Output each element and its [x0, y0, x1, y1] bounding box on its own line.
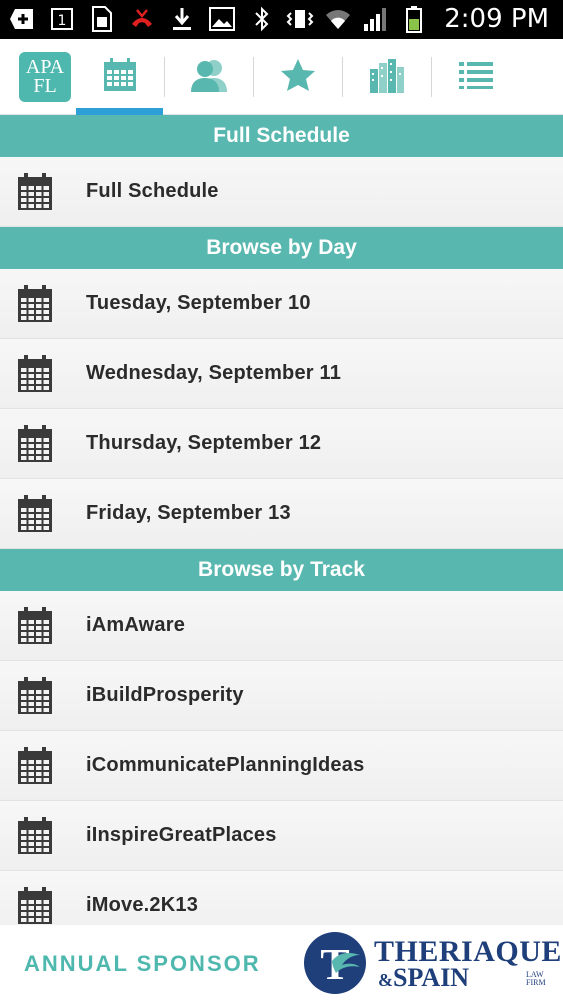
section-header-browse-by-track: Browse by Track	[0, 549, 563, 591]
calendar-icon	[17, 494, 53, 533]
firm-sub-firm: FIRM	[526, 978, 546, 987]
tab-favorites[interactable]	[254, 39, 341, 115]
battery-icon	[400, 4, 428, 34]
list-item[interactable]: Wednesday, September 11	[0, 339, 563, 409]
clock: 2:09 PM	[444, 4, 549, 34]
download-icon	[168, 4, 196, 34]
schedule-list[interactable]: Full Schedule Full Schedule Browse by Da…	[0, 115, 563, 925]
status-bar: 1 2:09 PM	[0, 0, 563, 39]
list-item[interactable]: iMove.2K13	[0, 871, 563, 925]
calendar-icon	[17, 284, 53, 323]
sponsor-banner[interactable]: ANNUAL SPONSOR T THERIAQUE &SPAIN LAWFIR…	[0, 925, 563, 1000]
star-icon	[280, 58, 316, 97]
list-item-label: iAmAware	[86, 614, 186, 636]
list-item-label: iInspireGreatPlaces	[86, 824, 277, 846]
firm-subtitle: LAW FIRM	[526, 971, 548, 987]
list-item-label: iCommunicatePlanningIdeas	[86, 754, 365, 776]
list-item[interactable]: Thursday, September 12	[0, 409, 563, 479]
tab-bar: APA FL	[0, 39, 563, 115]
logo-line-2: FL	[33, 75, 57, 97]
list-item-label: Wednesday, September 11	[86, 362, 342, 384]
section-header-browse-by-day: Browse by Day	[0, 227, 563, 269]
sponsor-logo[interactable]: T THERIAQUE &SPAIN LAWFIRM	[302, 931, 561, 995]
list-item[interactable]: Full Schedule	[0, 157, 563, 227]
calendar-icon	[17, 676, 53, 715]
list-item[interactable]: iInspireGreatPlaces	[0, 801, 563, 871]
list-icon	[458, 61, 493, 94]
apa-fl-logo[interactable]: APA FL	[19, 52, 71, 102]
calendar-icon	[17, 172, 53, 211]
image-icon	[208, 4, 236, 34]
list-item[interactable]: Friday, September 13	[0, 479, 563, 549]
list-item[interactable]: iBuildProsperity	[0, 661, 563, 731]
buildings-icon	[369, 57, 405, 98]
wifi-icon	[324, 4, 352, 34]
sim-icon	[88, 4, 116, 34]
tab-list[interactable]	[432, 39, 519, 115]
calendar-icon	[17, 886, 53, 925]
list-item[interactable]: iCommunicatePlanningIdeas	[0, 731, 563, 801]
bluetooth-icon	[248, 4, 276, 34]
firm-name-spain: SPAIN	[393, 963, 470, 992]
section-header-full-schedule: Full Schedule	[0, 115, 563, 157]
calendar-icon	[17, 424, 53, 463]
list-item[interactable]: iAmAware	[0, 591, 563, 661]
list-item[interactable]: Tuesday, September 10	[0, 269, 563, 339]
calendar-icon	[17, 746, 53, 785]
people-icon	[189, 58, 229, 97]
vibrate-icon	[286, 4, 314, 34]
calendar-icon	[103, 57, 137, 97]
svg-text:1: 1	[58, 13, 67, 29]
calendar-one-icon: 1	[48, 4, 76, 34]
tab-schedule[interactable]	[76, 39, 163, 115]
calendar-icon	[17, 606, 53, 645]
list-item-label: Thursday, September 12	[86, 432, 322, 454]
list-item-label: Friday, September 13	[86, 502, 291, 524]
list-item-label: iMove.2K13	[86, 894, 199, 916]
add-icon	[8, 4, 36, 34]
list-item-label: Tuesday, September 10	[86, 292, 311, 314]
firm-ampersand: &	[378, 970, 393, 990]
tab-people[interactable]	[165, 39, 252, 115]
list-item-label: iBuildProsperity	[86, 684, 244, 706]
firm-name-line-2: &SPAIN	[378, 963, 469, 993]
theriaque-spain-emblem-icon: T	[304, 932, 366, 994]
signal-icon	[362, 4, 390, 34]
tab-buildings[interactable]	[343, 39, 430, 115]
sponsor-label: ANNUAL SPONSOR	[24, 951, 261, 976]
missed-call-icon	[128, 4, 156, 34]
calendar-icon	[17, 816, 53, 855]
calendar-icon	[17, 354, 53, 393]
list-item-label: Full Schedule	[86, 180, 219, 202]
